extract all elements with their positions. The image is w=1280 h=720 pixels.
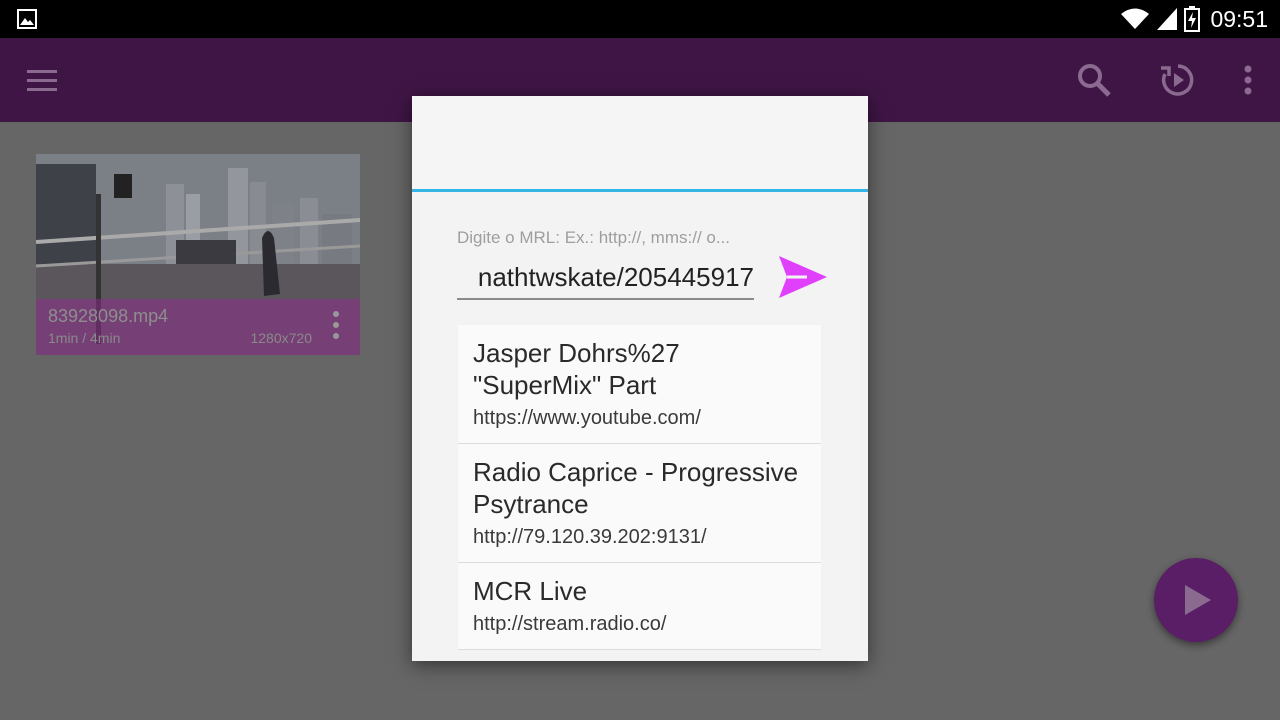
battery-charging-icon [1184, 6, 1201, 32]
menu-icon[interactable] [22, 60, 62, 100]
mrl-hint: Digite o MRL: Ex.: http://, mms:// o... [457, 228, 731, 247]
video-duration: 1min / 4min [48, 330, 121, 346]
status-icons: 09:51 [1120, 6, 1268, 32]
clock: 09:51 [1210, 5, 1268, 32]
video-item[interactable]: 83928098.mp4 1min / 4min 1280x720 [36, 154, 360, 355]
history-item[interactable]: Radio Caprice - Progressive Psytrance ht… [458, 444, 821, 563]
dialog-title-area [412, 96, 868, 192]
history-item-name: Jasper Dohrs%27 "SuperMix" Part [473, 338, 680, 400]
history-item-url: http://79.120.39.202:9131/ [473, 526, 707, 548]
send-icon[interactable] [777, 254, 829, 300]
play-icon [1185, 585, 1211, 615]
history-item-name: Radio Caprice - Progressive Psytrance [473, 457, 799, 519]
history-item[interactable]: MCR Live http://stream.radio.co/ [458, 563, 821, 650]
open-mrl-dialog: Digite o MRL: Ex.: http://, mms:// o... … [412, 96, 868, 661]
overflow-menu-icon[interactable] [1228, 60, 1268, 100]
play-fab-button[interactable] [1154, 558, 1238, 642]
history-item-url: https://www.youtube.com/ [473, 407, 701, 429]
history-item-name: MCR Live [473, 576, 588, 606]
mrl-input[interactable] [457, 256, 754, 300]
mrl-history-list: Jasper Dohrs%27 "SuperMix" Part https://… [458, 325, 821, 650]
history-icon[interactable] [1158, 60, 1198, 100]
gallery-notification-icon [17, 9, 37, 29]
history-item[interactable]: Jasper Dohrs%27 "SuperMix" Part https://… [458, 325, 821, 444]
signal-icon [1157, 8, 1178, 30]
video-more-icon[interactable] [330, 310, 342, 340]
video-title: 83928098.mp4 [48, 306, 169, 326]
history-item-url: http://stream.radio.co/ [473, 613, 667, 635]
status-bar: 09:51 [0, 0, 1280, 38]
wifi-icon [1121, 8, 1150, 29]
video-resolution: 1280x720 [250, 330, 312, 346]
search-icon[interactable] [1074, 60, 1114, 100]
